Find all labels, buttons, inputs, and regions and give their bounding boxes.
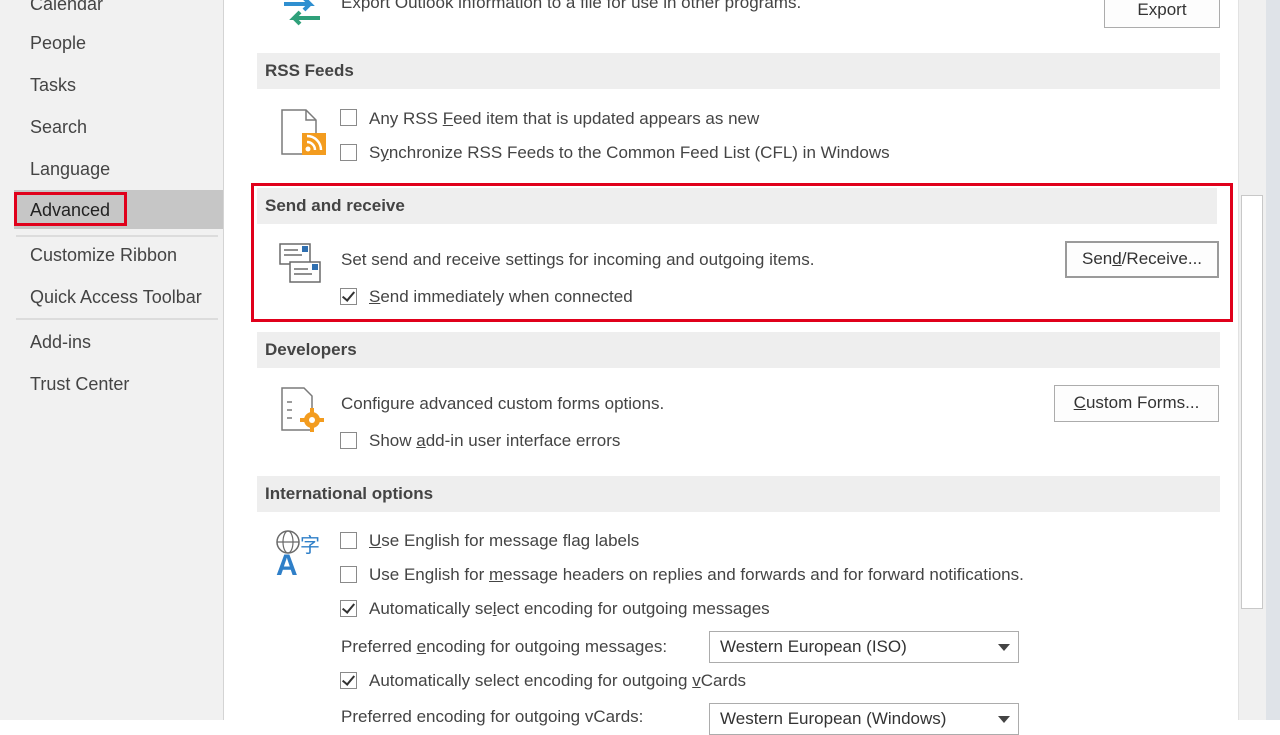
rss-sync-cfl-checkbox[interactable] [340, 144, 357, 161]
nav-item-calendar[interactable]: Calendar [30, 0, 103, 15]
custom-forms-button[interactable]: Custom Forms... [1054, 385, 1219, 422]
developers-description: Configure advanced custom forms options. [341, 394, 665, 413]
language-globe-icon: A 字 [274, 528, 326, 583]
custom-forms-gear-icon [280, 386, 326, 439]
nav-item-add-ins[interactable]: Add-ins [30, 331, 91, 353]
preferred-encoding-vcards-label: Preferred encoding for outgoing vCards: [341, 707, 644, 726]
english-message-headers-checkbox[interactable] [340, 566, 357, 583]
rss-sync-cfl-label: Synchronize RSS Feeds to the Common Feed… [369, 143, 890, 162]
show-addin-errors-checkbox[interactable] [340, 432, 357, 449]
svg-text:字: 字 [300, 533, 320, 557]
nav-item-quick-access-toolbar[interactable]: Quick Access Toolbar [30, 286, 202, 308]
export-arrows-icon [280, 0, 324, 33]
nav-item-trust-center[interactable]: Trust Center [30, 373, 129, 395]
svg-text:A: A [276, 549, 298, 578]
nav-item-customize-ribbon[interactable]: Customize Ribbon [30, 244, 177, 266]
international-options-header: International options [257, 476, 1220, 512]
send-receive-annotation-box [251, 183, 1233, 322]
nav-item-language[interactable]: Language [30, 158, 110, 180]
english-message-headers-label: Use English for message headers on repli… [369, 565, 1024, 584]
export-description: Export Outlook information to a file for… [341, 0, 802, 12]
chevron-down-icon [998, 644, 1010, 651]
nav-separator [16, 318, 218, 320]
auto-encoding-vcards-checkbox[interactable] [340, 672, 357, 689]
window-edge [1266, 0, 1280, 720]
nav-separator [16, 235, 218, 237]
rss-updated-as-new-label: Any RSS Feed item that is updated appear… [369, 109, 760, 128]
nav-advanced-annotation-box [14, 192, 127, 226]
rss-feed-icon [280, 108, 328, 163]
auto-encoding-messages-checkbox[interactable] [340, 600, 357, 617]
rss-updated-as-new-checkbox[interactable] [340, 109, 357, 126]
auto-encoding-messages-label: Automatically select encoding for outgoi… [369, 599, 770, 618]
auto-encoding-vcards-label: Automatically select encoding for outgoi… [369, 671, 747, 690]
show-addin-errors-label: Show add-in user interface errors [369, 431, 621, 450]
options-sidebar: Calendar People Tasks Search Language Ad… [0, 0, 224, 720]
nav-item-people[interactable]: People [30, 32, 86, 54]
rss-feeds-header: RSS Feeds [257, 53, 1220, 89]
nav-item-search[interactable]: Search [30, 116, 87, 138]
english-flag-labels-label: Use English for message flag labels [369, 531, 640, 550]
english-flag-labels-checkbox[interactable] [340, 532, 357, 549]
developers-header: Developers [257, 332, 1220, 368]
export-button[interactable]: Export [1104, 0, 1220, 28]
scrollbar-thumb[interactable] [1241, 195, 1263, 609]
preferred-encoding-messages-label: Preferred encoding for outgoing messages… [341, 637, 668, 656]
preferred-encoding-vcards-select[interactable]: Western European (Windows) [709, 703, 1019, 735]
preferred-encoding-messages-select[interactable]: Western European (ISO) [709, 631, 1019, 663]
nav-item-tasks[interactable]: Tasks [30, 74, 76, 96]
